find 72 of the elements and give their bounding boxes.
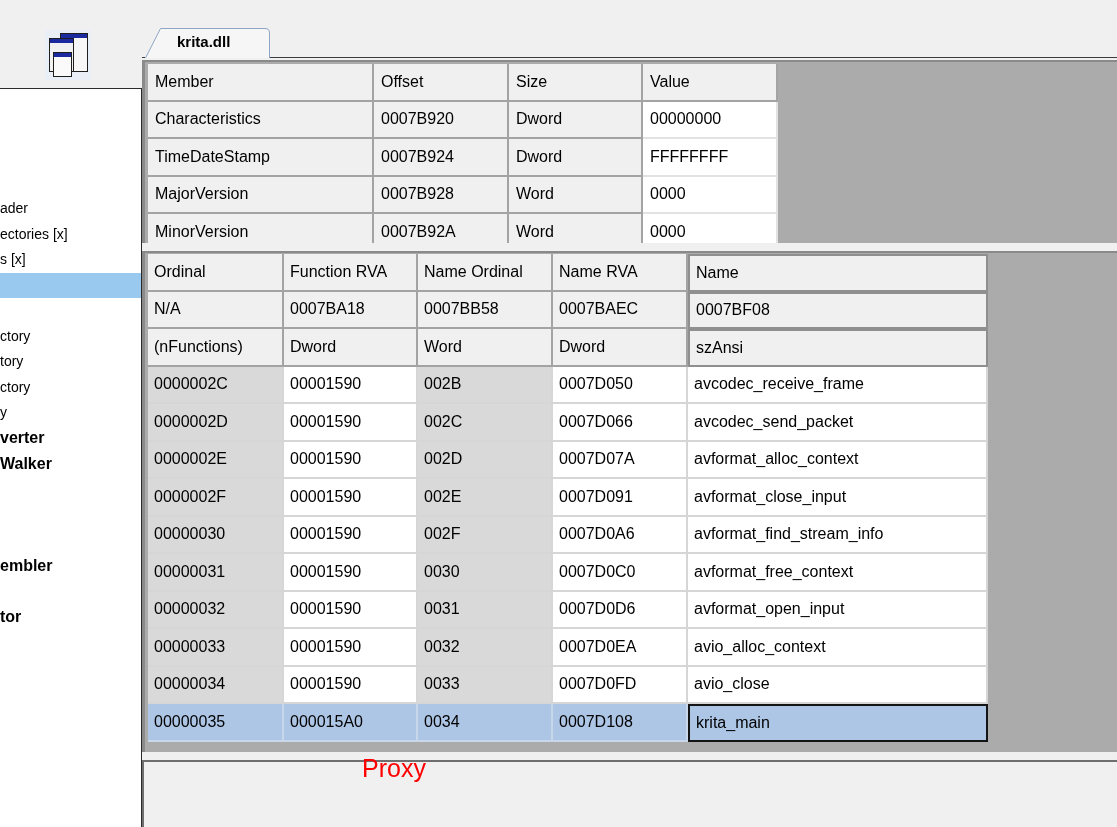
table-cell: 0007B924 [374,139,509,177]
table-row[interactable]: 00000032 00001590 0031 0007D0D6 avformat_open_input [148,591,988,629]
table-cell: szAnsi [688,329,988,367]
table-cell: Word [509,214,643,243]
table-cell: 0007BF08 [688,291,988,329]
table-cell: 000015A0 [284,704,418,742]
table-row[interactable]: 00000033 00001590 0032 0007D0EA avio_alloc_context [148,629,988,667]
table-cell: 00000034 [148,666,284,704]
table-cell: Characteristics [148,101,374,139]
table-cell: 0000002F [148,479,284,517]
table-row[interactable]: 00000030 00001590 002F 0007D0A6 avformat_find_stream_info [148,516,988,554]
table-row[interactable]: 0000002E 00001590 002D 0007D07A avformat_alloc_context [148,441,988,479]
table-cell: Dword [509,101,643,139]
table-cell: 0007B920 [374,101,509,139]
table-cell: 0030 [418,554,553,592]
table-cell: 0000002D [148,404,284,442]
table-cell: 0007BAEC [553,291,688,329]
table-cell: avio_close [688,666,988,704]
column-header: Function RVA [284,254,418,292]
table-row[interactable]: 00000035 000015A0 0034 0007D108 krita_main [148,704,988,742]
table-cell: 00000030 [148,516,284,554]
stacked-windows-icon[interactable] [45,30,91,80]
column-header: Name RVA [553,254,688,292]
table-row[interactable]: 0000002C 00001590 002B 0007D050 avcodec_receive_frame [148,366,988,404]
table-cell: 0034 [418,704,553,742]
column-header: Offset [374,64,509,102]
table-cell: MinorVersion [148,214,374,243]
table-row[interactable]: 0000002D 00001590 002C 0007D066 avcodec_send_packet [148,404,988,442]
table-cell: Dword [284,329,418,367]
table-cell: Dword [509,139,643,177]
column-header: Ordinal [148,254,284,292]
column-header: Name Ordinal [418,254,553,292]
table-cell: 00000033 [148,629,284,667]
table-cell: 0000 [643,176,778,214]
table-cell: 002F [418,516,553,554]
table-cell: 0007B92A [374,214,509,243]
table-row[interactable]: 0000002F 00001590 002E 0007D091 avformat_close_input [148,479,988,517]
table-cell: 002E [418,479,553,517]
tab[interactable]: krita.dll [145,27,270,58]
table-cell: 00000035 [148,704,284,742]
column-header: Value [643,64,778,102]
column-header: Size [509,64,643,102]
table-cell: TimeDateStamp [148,139,374,177]
table-cell: 0000 [643,214,778,243]
table-cell: Dword [553,329,688,367]
table-cell: N/A [148,291,284,329]
table-row[interactable]: 00000034 00001590 0033 0007D0FD avio_close [148,666,988,704]
table-cell: 00000000 [643,101,778,139]
table-cell: 00000032 [148,591,284,629]
table-cell: 00000031 [148,554,284,592]
table-cell: MajorVersion [148,176,374,214]
table-cell: 0007BB58 [418,291,553,329]
table-cell: 0007BA18 [284,291,418,329]
column-header: Name [688,254,988,292]
table-cell: (nFunctions) [148,329,284,367]
table-row[interactable]: 00000031 00001590 0030 0007D0C0 avformat_free_context [148,554,988,592]
table-cell: FFFFFFFF [643,139,778,177]
table-cell: 0032 [418,629,553,667]
table-cell: 0031 [418,591,553,629]
table-cell: Word [509,176,643,214]
table-cell: Word [418,329,553,367]
table-cell: 002D [418,441,553,479]
table-cell: 0033 [418,666,553,704]
table-cell: 0007B928 [374,176,509,214]
table-cell: krita_main [688,704,988,742]
overlay-label: Proxy [362,756,426,781]
table-cell: 0000002C [148,366,284,404]
table-cell: 002B [418,366,553,404]
table-cell: 0000002E [148,441,284,479]
table-cell: 0007D108 [553,704,688,742]
column-header: Member [148,64,374,102]
table-cell: 002C [418,404,553,442]
